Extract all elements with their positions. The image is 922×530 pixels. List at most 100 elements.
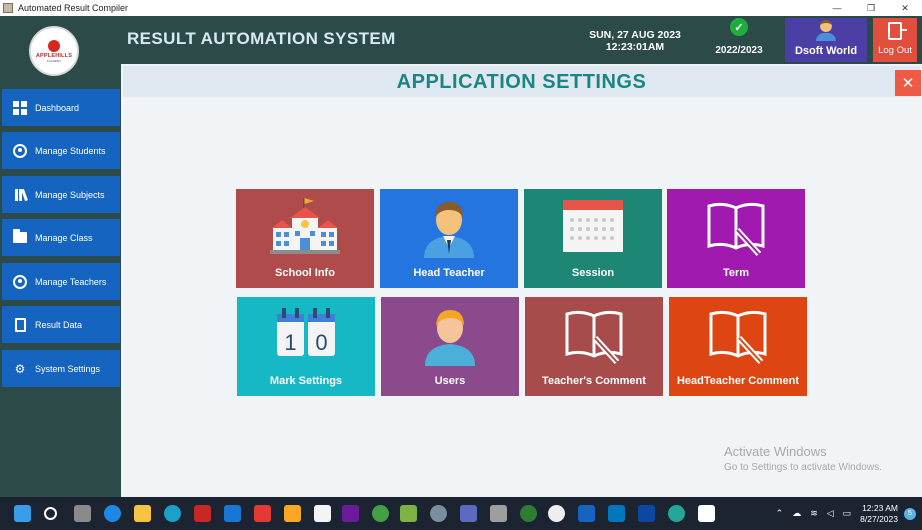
tile-school-info[interactable]: School Info [236, 189, 374, 288]
tile-label: School Info [275, 267, 335, 279]
school-logo: APPLEHILLS ACADEMY [29, 26, 79, 76]
app-icon-6[interactable] [668, 505, 685, 522]
taskbar-date: 8/27/2023 [860, 513, 898, 524]
window-titlebar: Automated Result Compiler — ❐ ✕ [0, 0, 922, 16]
tile-headteacher-comment[interactable]: HeadTeacher Comment [669, 297, 807, 396]
calculator-icon[interactable] [490, 505, 507, 522]
sidebar-item-label: Result Data [35, 319, 83, 330]
watermark-subtitle: Go to Settings to activate Windows. [724, 462, 882, 473]
datetime-display: SUN, 27 AUG 2023 12:23:01AM [586, 29, 684, 53]
sidebar-item-label: Manage Students [35, 145, 106, 156]
gear-icon: ⚙ [14, 361, 26, 376]
task-view-icon[interactable] [74, 505, 91, 522]
result-compiler-taskbar-icon[interactable] [698, 505, 715, 522]
tile-label: Term [722, 267, 750, 279]
student-icon [13, 143, 27, 158]
tile-label: Users [434, 375, 466, 387]
volume-icon[interactable]: ◁ [827, 508, 834, 519]
apple-icon [48, 39, 60, 52]
phpstorm-icon[interactable] [342, 505, 359, 522]
book-pencil-icon [707, 202, 765, 257]
user-avatar-icon [816, 19, 836, 41]
word-icon[interactable] [578, 505, 595, 522]
battery-icon[interactable]: ▭ [843, 508, 852, 519]
sidebar-item-manage-class[interactable]: Manage Class [2, 219, 120, 256]
tile-users[interactable]: Users [381, 297, 519, 396]
checkmark-icon: ✓ [730, 18, 748, 36]
search-icon[interactable] [44, 507, 57, 520]
restore-button[interactable]: ❐ [854, 0, 888, 16]
folder-icon [13, 229, 27, 245]
minimize-button[interactable]: — [820, 0, 854, 16]
activate-windows-watermark: Activate Windows Go to Settings to activ… [724, 444, 882, 473]
date-text: SUN, 27 AUG 2023 [589, 29, 681, 41]
taskbar-clock[interactable]: 12:23 AM 8/27/2023 [860, 503, 898, 525]
logo-sub: ACADEMY [46, 58, 62, 63]
tile-term[interactable]: Term [667, 189, 805, 288]
books-icon [13, 188, 28, 202]
taskbar-time: 12:23 AM [862, 502, 898, 513]
start-icon[interactable] [14, 505, 31, 522]
notification-icon[interactable]: 5 [904, 507, 916, 520]
app-icon-5[interactable] [608, 505, 625, 522]
cloud-icon[interactable]: ☁ [792, 508, 801, 519]
sidebar-item-label: Dashboard [35, 102, 80, 113]
dashboard-icon [13, 100, 27, 115]
skype-icon[interactable] [104, 505, 121, 522]
app-icon-1[interactable] [284, 505, 301, 522]
page-title: APPLICATION SETTINGS [396, 71, 647, 93]
sidebar-item-label: Manage Subjects [35, 189, 105, 200]
app-icon-2[interactable] [314, 505, 331, 522]
book-pencil-icon [709, 310, 767, 365]
school-building-icon [270, 198, 340, 254]
app-icon-4[interactable] [548, 505, 565, 522]
teacher-icon [13, 274, 27, 289]
sidebar-item-result-data[interactable]: Result Data [2, 306, 120, 343]
calendar-icon [563, 200, 623, 252]
sidebar-item-manage-subjects[interactable]: Manage Subjects [2, 176, 120, 213]
time-text: 12:23:01AM [605, 41, 665, 53]
mark-digit-zero: 0 [315, 330, 327, 355]
tile-label: Mark Settings [269, 375, 343, 387]
filezilla-icon[interactable] [194, 505, 211, 522]
whatsapp-icon[interactable] [520, 505, 537, 522]
system-tray: ⌃ ☁ ≋ ◁ ▭ 12:23 AM 8/27/2023 5 [776, 501, 916, 526]
vscode-icon[interactable] [224, 505, 241, 522]
app-icon [3, 3, 13, 13]
chevron-up-icon[interactable]: ⌃ [776, 508, 784, 519]
flip-calendar-icon: 1 0 [277, 308, 335, 356]
top-header: RESULT AUTOMATION SYSTEM SUN, 27 AUG 202… [0, 16, 922, 64]
file-explorer-icon[interactable] [134, 505, 151, 522]
wifi-icon[interactable]: ≋ [810, 508, 818, 519]
sidebar-item-manage-students[interactable]: Manage Students [2, 132, 120, 169]
sidebar-item-dashboard[interactable]: Dashboard [2, 89, 120, 126]
app-icon-3[interactable] [460, 505, 477, 522]
edge-icon[interactable] [164, 505, 181, 522]
app-title: RESULT AUTOMATION SYSTEM [127, 29, 396, 48]
chrome-icon[interactable] [372, 505, 389, 522]
tile-session[interactable]: Session [524, 189, 662, 288]
user-profile-button[interactable]: Dsoft World [785, 18, 867, 62]
session-text: 2022/2023 [715, 45, 763, 56]
sidebar-item-system-settings[interactable]: ⚙ System Settings [2, 350, 120, 387]
document-icon [13, 317, 27, 332]
mark-digit-one: 1 [284, 330, 296, 355]
window-close-button[interactable]: ✕ [888, 0, 922, 16]
tile-head-teacher[interactable]: Head Teacher [380, 189, 518, 288]
logout-label: Log Out [878, 45, 912, 56]
close-settings-button[interactable]: ✕ [895, 70, 921, 96]
logout-icon [888, 22, 907, 40]
tile-teachers-comment[interactable]: Teacher's Comment [525, 297, 663, 396]
tile-label: Session [571, 267, 615, 279]
watermark-title: Activate Windows [724, 444, 827, 459]
window-title: Automated Result Compiler [18, 3, 129, 13]
logout-button[interactable]: Log Out [873, 18, 917, 62]
sidebar-item-manage-teachers[interactable]: Manage Teachers [2, 263, 120, 300]
book-pencil-icon [565, 310, 623, 365]
anydesk-icon[interactable] [254, 505, 271, 522]
photoshop-icon[interactable] [638, 505, 655, 522]
settings-icon[interactable] [430, 505, 447, 522]
tile-mark-settings[interactable]: 1 0 Mark Settings [237, 297, 375, 396]
tile-label: HeadTeacher Comment [676, 375, 800, 387]
notepad-icon[interactable] [400, 505, 417, 522]
